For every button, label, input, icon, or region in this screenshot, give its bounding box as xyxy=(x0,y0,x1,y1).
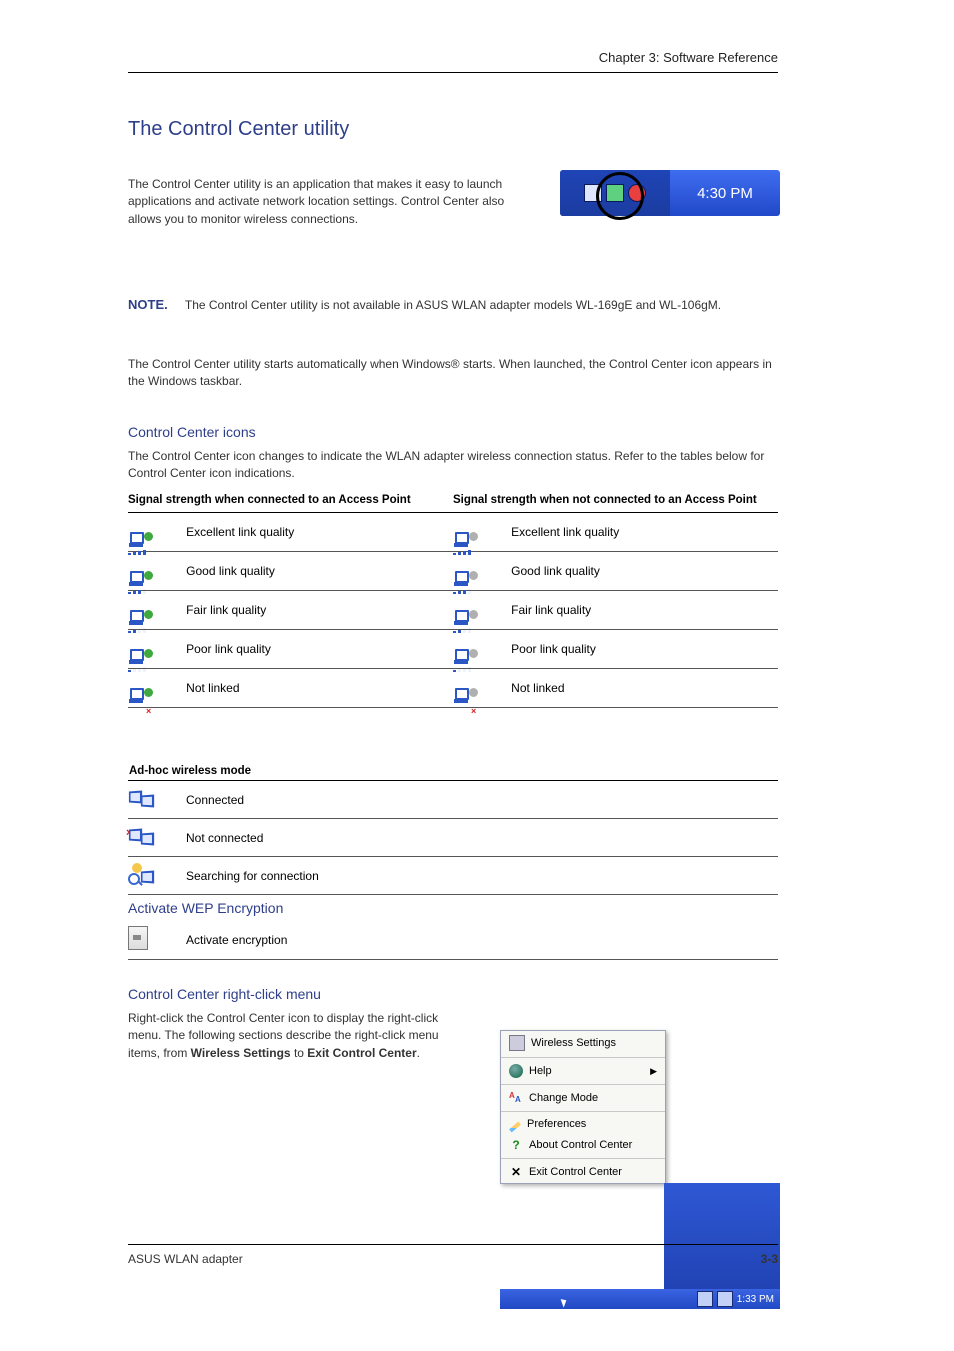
rightclick-paragraph: Right-click the Control Center icon to d… xyxy=(128,1010,458,1062)
menu-separator xyxy=(501,1111,665,1112)
adhoc-icon-notconnected: × xyxy=(128,825,154,847)
wep-table: Activate encryption xyxy=(128,920,778,960)
signal-desc: Fair link quality xyxy=(186,591,453,630)
page-title: The Control Center utility xyxy=(128,118,349,141)
footer-rule xyxy=(128,1244,778,1245)
menu-about[interactable]: ? About Control Center xyxy=(501,1134,665,1156)
pencil-icon xyxy=(509,1121,521,1132)
mini-desktop-area: 1:33 PM xyxy=(664,1183,780,1309)
submenu-arrow-icon: ▶ xyxy=(650,1066,657,1077)
menu-label: Change Mode xyxy=(529,1092,598,1104)
signal-desc: Good link quality xyxy=(186,552,453,591)
menu-separator xyxy=(501,1158,665,1159)
chapter-heading: Chapter 3: Software Reference xyxy=(599,50,778,65)
menu-label: About Control Center xyxy=(529,1139,632,1151)
menu-separator xyxy=(501,1084,665,1085)
menu-preferences[interactable]: Preferences xyxy=(501,1114,665,1134)
registered-symbol: ® xyxy=(451,357,460,371)
note-text: The Control Center utility is not availa… xyxy=(185,298,721,312)
signal-strength-table: Signal strength when connected to an Acc… xyxy=(128,490,778,708)
adhoc-head: Ad-hoc wireless mode xyxy=(128,764,778,781)
menu-separator xyxy=(501,1057,665,1058)
col-head-right: Signal strength when not connected to an… xyxy=(453,490,778,513)
rc-text-d: Exit Control Center xyxy=(307,1046,416,1060)
menu-label: Wireless Settings xyxy=(531,1037,616,1049)
rc-text-b: Wireless Settings xyxy=(191,1046,291,1060)
rc-text-e: . xyxy=(417,1046,420,1060)
note-block: NOTE. The Control Center utility is not … xyxy=(128,296,778,315)
mini-taskbar-clock: 1:33 PM xyxy=(737,1294,774,1305)
signal-desc: Not linked xyxy=(186,669,453,708)
menu-label: Preferences xyxy=(527,1118,586,1130)
context-menu-screenshot: Wireless Settings Help ▶ Change Mode Pre… xyxy=(500,1030,780,1309)
signal-desc: Good link quality xyxy=(511,552,778,591)
change-mode-icon xyxy=(509,1091,523,1105)
menu-wireless-settings[interactable]: Wireless Settings xyxy=(501,1031,665,1055)
icons-paragraph: The Control Center icon changes to indic… xyxy=(128,448,778,483)
icons-heading: Control Center icons xyxy=(128,424,256,440)
intro-paragraph: The Control Center utility is an applica… xyxy=(128,176,528,228)
context-menu: Wireless Settings Help ▶ Change Mode Pre… xyxy=(500,1030,666,1184)
menu-label: Help xyxy=(529,1065,552,1077)
close-icon: ✕ xyxy=(509,1165,523,1179)
signal-desc: Fair link quality xyxy=(511,591,778,630)
adhoc-icon-searching xyxy=(128,863,154,885)
footer-text: ASUS WLAN adapter xyxy=(128,1252,243,1266)
menu-exit[interactable]: ✕ Exit Control Center xyxy=(501,1161,665,1183)
header-rule xyxy=(128,72,778,73)
cursor-icon xyxy=(561,1297,569,1307)
signal-desc: Poor link quality xyxy=(186,630,453,669)
signal-desc: Poor link quality xyxy=(511,630,778,669)
adhoc-desc: Connected xyxy=(186,781,778,819)
tray-icon xyxy=(697,1291,713,1307)
col-head-left: Signal strength when connected to an Acc… xyxy=(128,490,453,513)
adhoc-icon-connected xyxy=(128,787,154,809)
taskbar-clock: 4:30 PM xyxy=(670,185,780,202)
menu-label: Exit Control Center xyxy=(529,1166,622,1178)
rightclick-heading: Control Center right-click menu xyxy=(128,986,321,1002)
taskbar-screenshot: 4:30 PM xyxy=(560,170,780,216)
note-label: NOTE. xyxy=(128,297,168,312)
mini-taskbar: 1:33 PM xyxy=(500,1289,780,1309)
tray-icon-alert xyxy=(628,184,646,202)
system-tray xyxy=(560,170,670,216)
page-number: 3-3 xyxy=(761,1252,778,1266)
tray-icon-wlan xyxy=(606,184,624,202)
startup-paragraph: The Control Center utility starts automa… xyxy=(128,356,778,391)
signal-desc: Excellent link quality xyxy=(186,513,453,552)
adhoc-table: Ad-hoc wireless mode Connected × Not con… xyxy=(128,764,778,895)
adhoc-desc: Not connected xyxy=(186,819,778,857)
tray-icon xyxy=(717,1291,733,1307)
signal-desc: Excellent link quality xyxy=(511,513,778,552)
wireless-settings-icon xyxy=(509,1035,525,1051)
wep-desc: Activate encryption xyxy=(186,920,778,960)
menu-change-mode[interactable]: Change Mode xyxy=(501,1087,665,1109)
wep-heading: Activate WEP Encryption xyxy=(128,900,283,916)
menu-help[interactable]: Help ▶ xyxy=(501,1060,665,1082)
adhoc-desc: Searching for connection xyxy=(186,857,778,895)
signal-desc: Not linked xyxy=(511,669,778,708)
tray-icon-generic xyxy=(584,184,602,202)
rc-text-c: to xyxy=(291,1046,308,1060)
question-icon: ? xyxy=(509,1138,523,1152)
startup-text-a: The Control Center utility starts automa… xyxy=(128,357,451,371)
wep-icon xyxy=(128,926,148,950)
globe-icon xyxy=(509,1064,523,1078)
